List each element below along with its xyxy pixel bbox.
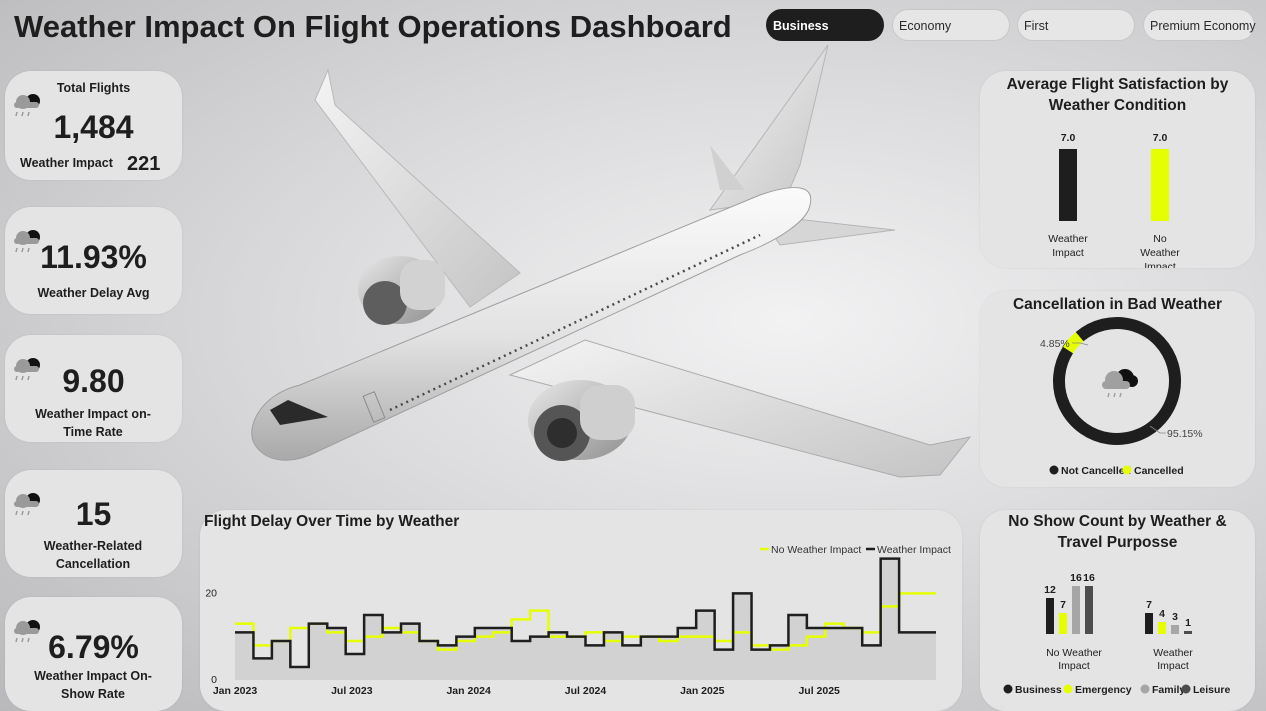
no-show-category-label: Weather Impact — [1153, 647, 1193, 672]
legend-label: Weather Impact — [877, 544, 951, 556]
legend-marker — [1049, 465, 1059, 475]
tab-first[interactable]: First — [1017, 9, 1135, 41]
delay-chart-card: Flight Delay Over Time by Weather 0 20 Jan… — [200, 510, 962, 711]
satisfaction-chart-card: Average Flight Satisfaction by Weather C… — [980, 71, 1255, 268]
y-tick-label: 20 — [205, 587, 217, 599]
no-show-value-label: 4 — [1159, 608, 1165, 620]
no-show-value-label: 16 — [1070, 572, 1082, 584]
total-flights-value: 1,484 — [53, 109, 134, 145]
kpi-total-flights: Total Flights 1,484 Weather Impact 221 — [5, 71, 182, 180]
satisfaction-category-label: No Weather Impact — [1140, 233, 1180, 268]
no-show-chart-card: No Show Count by Weather & Travel Purpos… — [980, 510, 1255, 711]
legend-marker — [1063, 684, 1073, 694]
x-tick-label: Jan 2024 — [446, 685, 491, 697]
on-time-rate-label: Weather Impact on-Time Rate — [35, 407, 151, 439]
legend-marker — [1140, 684, 1150, 694]
rain-cloud-icon — [1102, 369, 1138, 398]
x-tick-label: Jan 2025 — [680, 685, 725, 697]
satisfaction-bar — [1059, 149, 1077, 221]
cancellation-label: Weather-Related Cancellation — [43, 539, 143, 571]
legend-label: Business — [1015, 684, 1062, 696]
on-time-rate-value: 9.80 — [62, 363, 125, 399]
no-show-bar — [1145, 613, 1153, 634]
kpi-weather-delay-avg: 11.93% Weather Delay Avg — [5, 207, 182, 314]
kpi-no-show-rate: 6.79% Weather Impact On-Show Rate — [5, 597, 182, 711]
no-show-bar — [1046, 598, 1054, 634]
donut-value-label: 95.15% — [1167, 428, 1203, 440]
no-show-bar — [1171, 625, 1179, 634]
weather-impact-label: Weather Impact — [20, 156, 113, 170]
no-show-value-label: 16 — [1083, 572, 1095, 584]
legend-label: Cancelled — [1134, 465, 1184, 477]
cancellation-value: 15 — [75, 496, 112, 532]
no-show-bar-chart: 12716 16No Weather Impact74 3 1Weather Impact… — [1003, 572, 1231, 696]
no-show-bar — [1184, 631, 1192, 634]
donut-value-label: 4.85% — [1040, 338, 1070, 350]
weather-delay-avg-value: 11.93% — [40, 239, 147, 275]
no-show-rate-value: 6.79% — [48, 629, 139, 665]
x-tick-label: Jan 2023 — [213, 685, 258, 697]
airplane-image — [251, 45, 972, 478]
satisfaction-category-label: Weather Impact — [1048, 233, 1088, 259]
no-show-category-label: No Weather Impact — [1046, 647, 1102, 672]
no-show-bar — [1085, 586, 1093, 634]
no-show-value-label: 7 — [1060, 599, 1066, 611]
tab-premium-economy[interactable]: Premium Economy — [1143, 9, 1256, 41]
satisfaction-value-label: 7.0 — [1153, 132, 1168, 144]
weather-delay-avg-label: Weather Delay Avg — [37, 286, 150, 300]
no-show-value-label: 1 — [1185, 617, 1191, 629]
x-tick-label: Jul 2024 — [565, 685, 607, 697]
no-show-value-label: 12 — [1044, 584, 1056, 596]
no-show-value-label: 7 — [1146, 599, 1152, 611]
cancellation-donut-chart: 4.85% 95.15% Not Cancelled Cancelled — [1040, 317, 1203, 477]
legend-marker — [1122, 465, 1132, 475]
legend-label: Leisure — [1193, 684, 1231, 696]
no-show-bar — [1059, 613, 1067, 634]
legend-label: Emergency — [1075, 684, 1132, 696]
satisfaction-value-label: 7.0 — [1061, 132, 1076, 144]
kpi-cancellation: 15 Weather-Related Cancellation — [5, 470, 182, 577]
legend-label: Family — [1152, 684, 1185, 696]
legend-label: No Weather Impact — [771, 544, 861, 556]
tab-business[interactable]: Business — [766, 9, 884, 41]
no-show-value-label: 3 — [1172, 611, 1178, 623]
kpi-on-time-rate: 9.80 Weather Impact on-Time Rate — [5, 335, 182, 442]
satisfaction-bar-chart: 7.0 Weather Impact 7.0 No Weather Impact — [1048, 132, 1180, 268]
weather-impact-area — [235, 558, 936, 680]
no-show-bar — [1158, 622, 1166, 634]
satisfaction-bar — [1151, 149, 1169, 221]
x-tick-label: Jul 2023 — [331, 685, 373, 697]
no-show-rate-label: Weather Impact On-Show Rate — [34, 669, 152, 701]
tab-economy[interactable]: Economy — [892, 9, 1010, 41]
weather-impact-value: 221 — [127, 153, 161, 175]
no-show-bar — [1072, 586, 1080, 634]
legend-label: Not Cancelled — [1061, 465, 1131, 477]
legend-marker — [1181, 684, 1191, 694]
total-flights-label: Total Flights — [56, 81, 131, 95]
delay-line-chart: 020Jan 2023 Jul 2023 Jan 2024 Jul 2024 Jan 2… — [205, 544, 951, 697]
legend-marker — [1003, 684, 1013, 694]
cancellation-chart-card: Cancellation in Bad Weather 4.85% 95.15% N… — [980, 291, 1255, 487]
page-title: Weather Impact On Flight Operations Dash… — [14, 9, 732, 44]
x-tick-label: Jul 2025 — [798, 685, 840, 697]
